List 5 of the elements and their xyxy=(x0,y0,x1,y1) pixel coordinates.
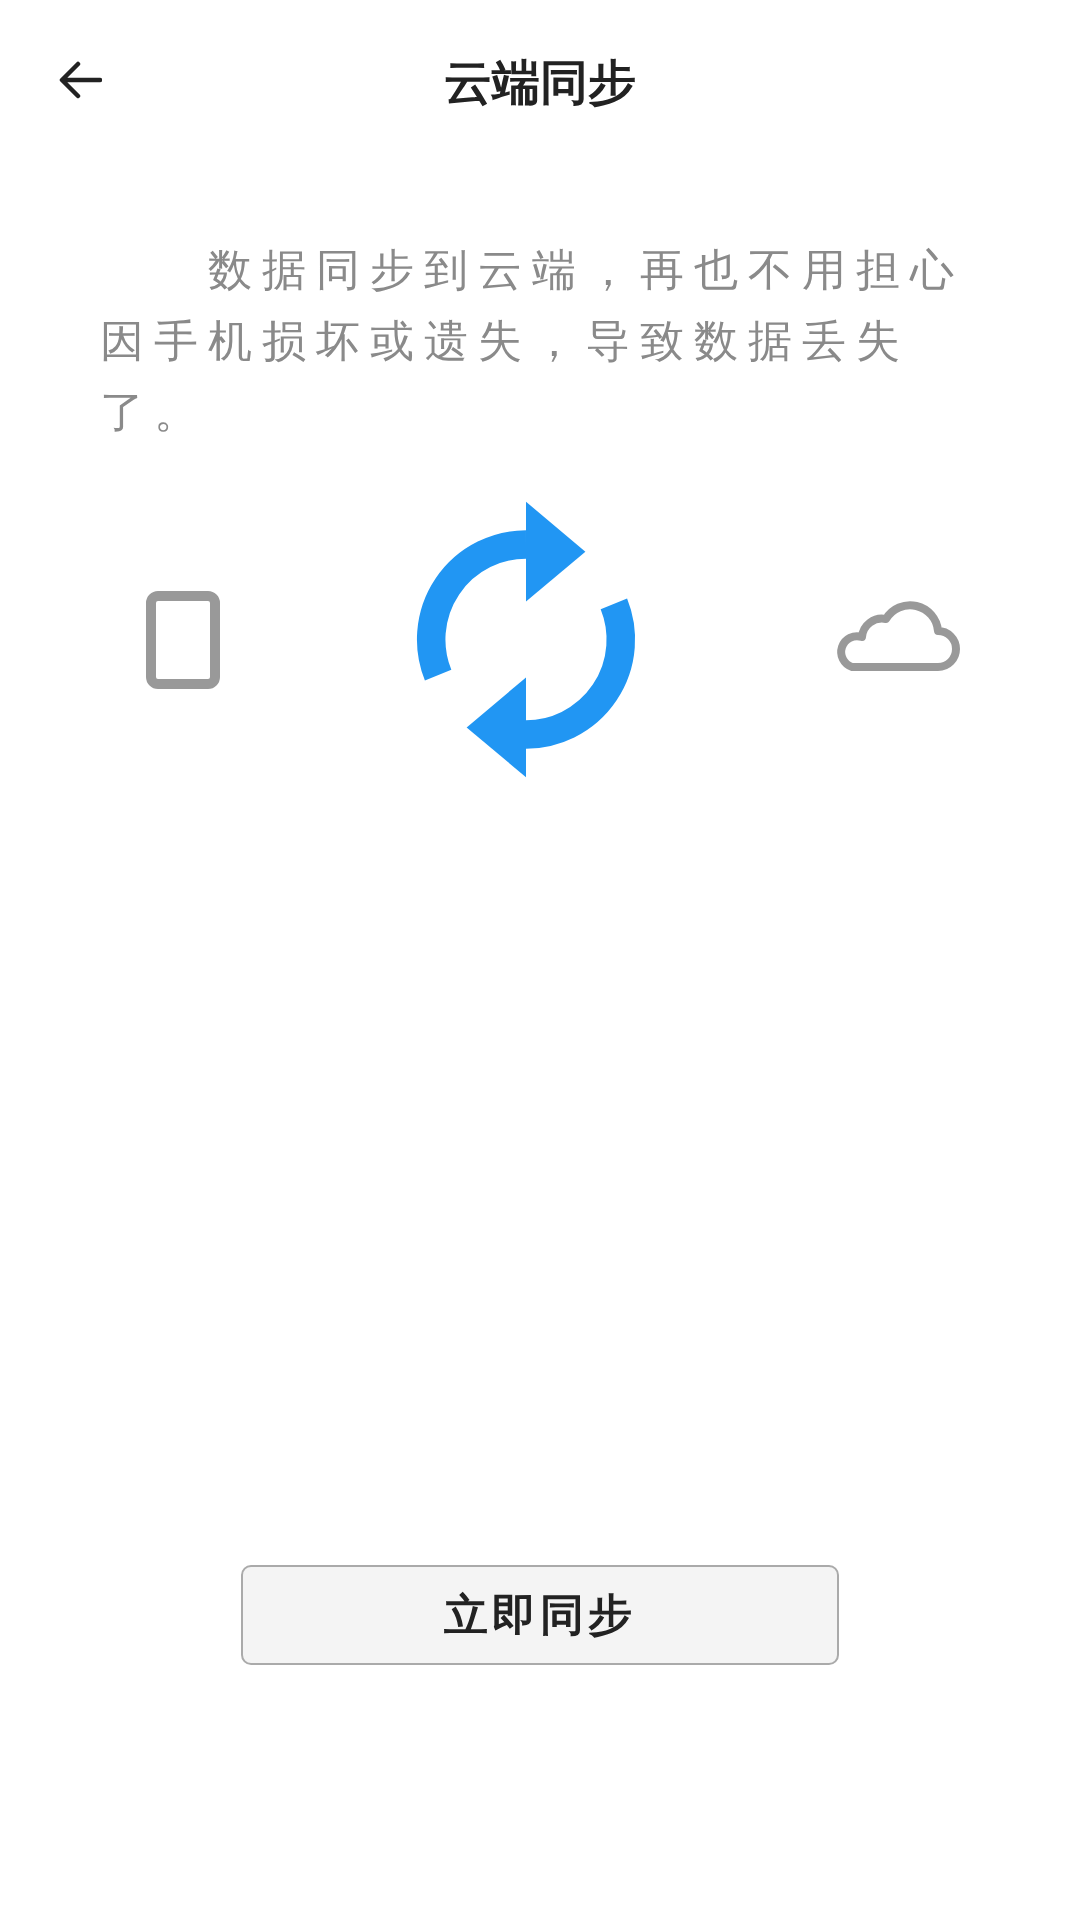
phone-icon xyxy=(146,590,220,689)
sync-now-button[interactable]: 立即同步 xyxy=(241,1565,839,1665)
description-text: 数据同步到云端，再也不用担心因手机损坏或遗失，导致数据丢失了。 xyxy=(100,243,965,439)
page-title: 云端同步 xyxy=(444,53,636,112)
back-arrow-icon xyxy=(58,60,102,100)
